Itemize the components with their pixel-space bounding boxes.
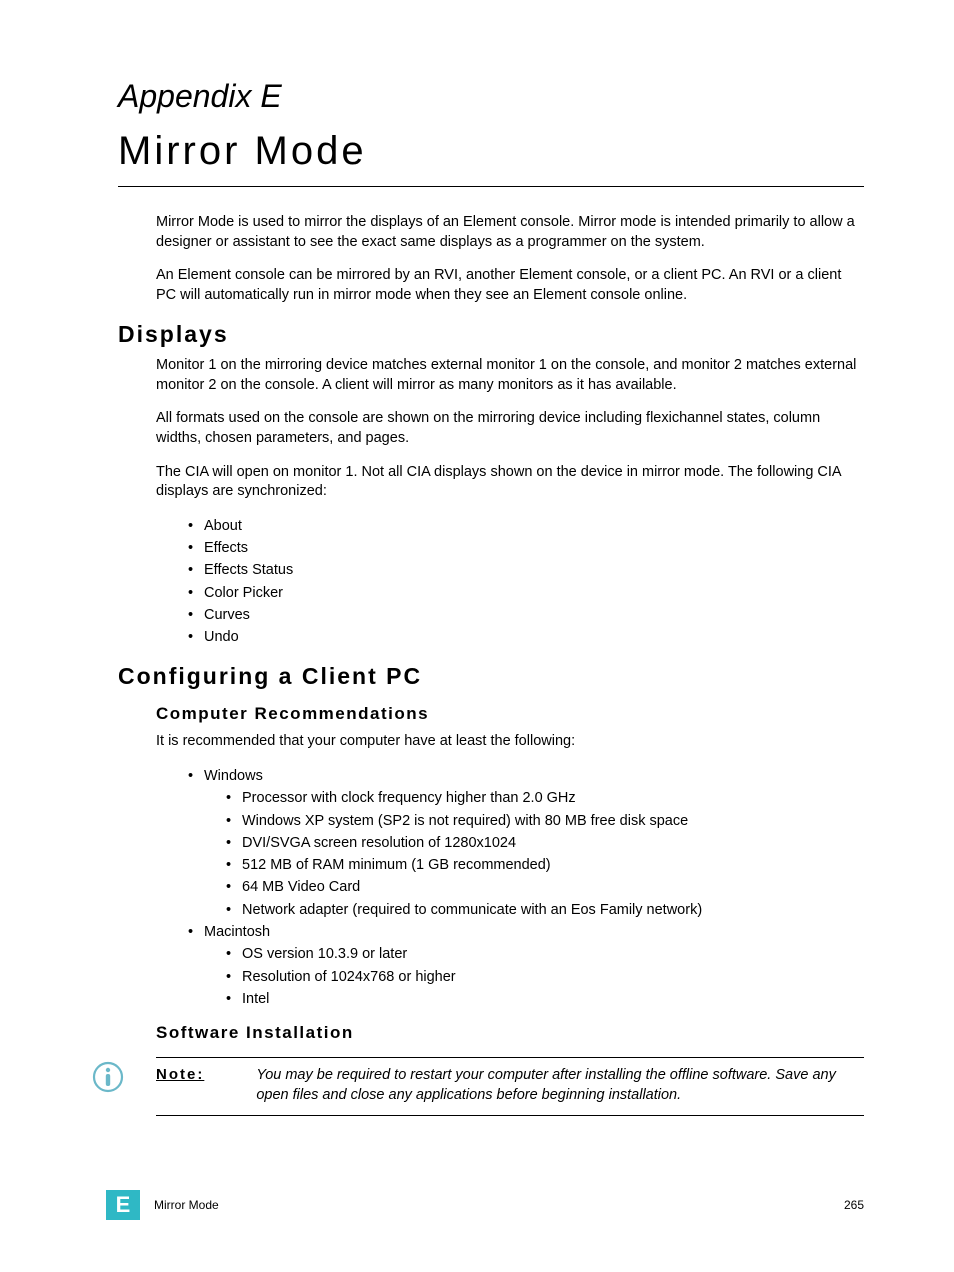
note-text: You may be required to restart your comp… <box>256 1066 864 1105</box>
list-item: Resolution of 1024x768 or higher <box>242 967 864 987</box>
cia-list: About Effects Effects Status Color Picke… <box>156 516 864 648</box>
page-title: Mirror Mode <box>118 129 864 187</box>
recommendations-heading: Computer Recommendations <box>156 704 864 724</box>
macintosh-specs: OS version 10.3.9 or later Resolution of… <box>204 944 864 1009</box>
displays-heading: Displays <box>118 321 864 348</box>
list-item: 512 MB of RAM minimum (1 GB recommended) <box>242 855 864 875</box>
list-item: 64 MB Video Card <box>242 877 864 897</box>
list-item: About <box>204 516 864 536</box>
installation-heading: Software Installation <box>156 1023 864 1043</box>
list-item: Undo <box>204 627 864 647</box>
displays-section: Monitor 1 on the mirroring device matche… <box>118 356 864 647</box>
appendix-badge: E <box>106 1190 140 1220</box>
list-item: Processor with clock frequency higher th… <box>242 788 864 808</box>
list-item-macintosh: Macintosh OS version 10.3.9 or later Res… <box>204 922 864 1009</box>
configuring-section: Computer Recommendations It is recommend… <box>118 704 864 1116</box>
note-box: Note: You may be required to restart you… <box>156 1057 864 1116</box>
info-icon <box>92 1061 124 1093</box>
footer-title: Mirror Mode <box>154 1198 844 1212</box>
list-item: DVI/SVGA screen resolution of 1280x1024 <box>242 833 864 853</box>
recommendations-intro: It is recommended that your computer hav… <box>156 732 864 752</box>
note-block: Note: You may be required to restart you… <box>156 1057 864 1116</box>
intro-paragraph: An Element console can be mirrored by an… <box>156 266 864 305</box>
displays-paragraph: All formats used on the console are show… <box>156 409 864 448</box>
list-item: Intel <box>242 989 864 1009</box>
list-item: Curves <box>204 605 864 625</box>
intro-paragraph: Mirror Mode is used to mirror the displa… <box>156 213 864 252</box>
list-item: Network adapter (required to communicate… <box>242 900 864 920</box>
windows-specs: Processor with clock frequency higher th… <box>204 788 864 920</box>
list-item: Effects <box>204 538 864 558</box>
macintosh-label: Macintosh <box>204 924 270 940</box>
displays-paragraph: Monitor 1 on the mirroring device matche… <box>156 356 864 395</box>
displays-paragraph: The CIA will open on monitor 1. Not all … <box>156 463 864 502</box>
page-content: Appendix E Mirror Mode Mirror Mode is us… <box>0 0 954 1116</box>
list-item-windows: Windows Processor with clock frequency h… <box>204 766 864 920</box>
intro-section: Mirror Mode is used to mirror the displa… <box>118 213 864 305</box>
list-item: Effects Status <box>204 560 864 580</box>
appendix-label: Appendix E <box>118 78 864 115</box>
page-footer: E Mirror Mode 265 <box>0 1190 954 1220</box>
platform-list: Windows Processor with clock frequency h… <box>156 766 864 1009</box>
page-number: 265 <box>844 1198 864 1212</box>
configuring-heading: Configuring a Client PC <box>118 663 864 690</box>
list-item: OS version 10.3.9 or later <box>242 944 864 964</box>
windows-label: Windows <box>204 768 263 784</box>
list-item: Color Picker <box>204 583 864 603</box>
note-label: Note: <box>156 1066 204 1105</box>
list-item: Windows XP system (SP2 is not required) … <box>242 811 864 831</box>
